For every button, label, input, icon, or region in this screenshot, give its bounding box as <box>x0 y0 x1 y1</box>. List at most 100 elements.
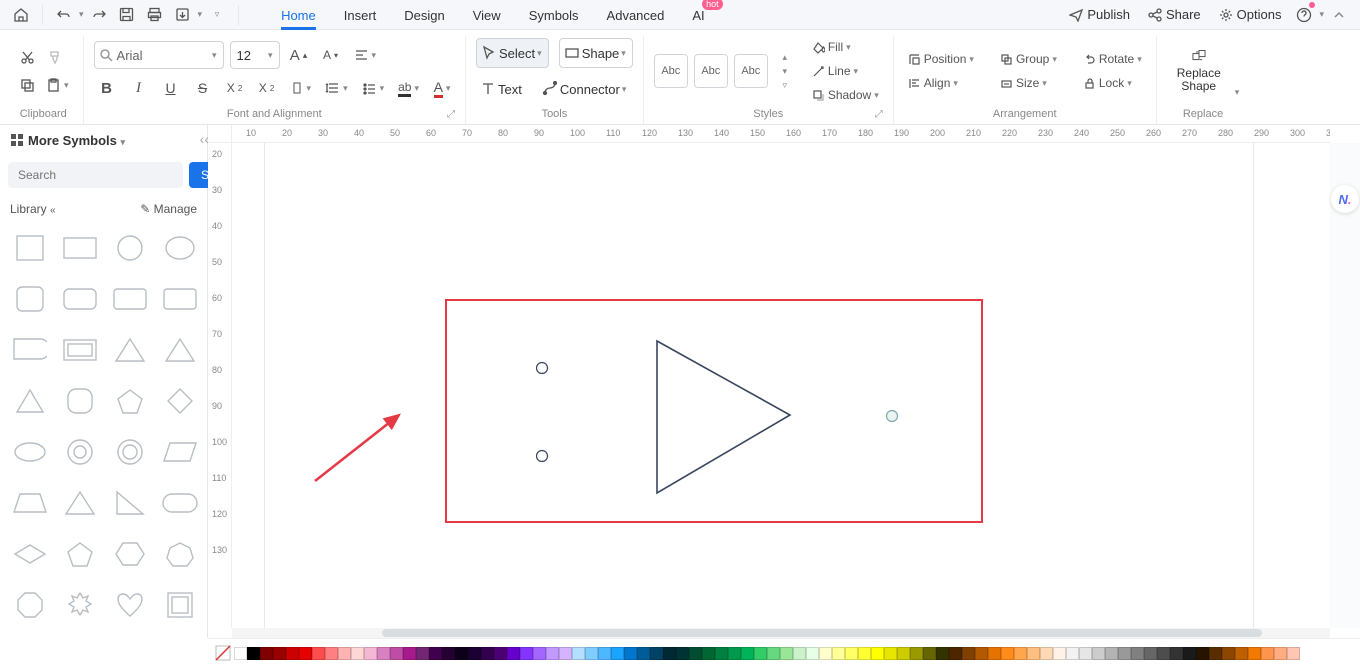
shape-octagon[interactable] <box>10 589 50 621</box>
redo-button[interactable] <box>86 2 112 28</box>
line-spacing-button[interactable]: ▾ <box>321 75 352 101</box>
style-preset-1[interactable]: Abc <box>654 54 688 88</box>
color-swatch[interactable] <box>1118 647 1131 660</box>
color-swatch[interactable] <box>637 647 650 660</box>
shape-triangle2[interactable] <box>10 385 50 417</box>
highlight-color-button[interactable]: ab▾ <box>394 75 423 101</box>
color-swatch[interactable] <box>1274 647 1287 660</box>
color-swatch[interactable] <box>754 647 767 660</box>
menu-tab-home[interactable]: Home <box>267 2 330 27</box>
qat-customize[interactable]: ▿ <box>204 2 230 28</box>
color-swatch[interactable] <box>273 647 286 660</box>
shape-triangle-right[interactable] <box>160 334 200 366</box>
menu-tab-symbols[interactable]: Symbols <box>515 2 593 27</box>
shape-triangle-iso[interactable] <box>110 334 150 366</box>
shape-rectangle[interactable] <box>60 232 100 264</box>
color-swatch[interactable] <box>1014 647 1027 660</box>
color-swatch[interactable] <box>767 647 780 660</box>
color-swatch[interactable] <box>975 647 988 660</box>
color-swatch[interactable] <box>650 647 663 660</box>
color-swatch[interactable] <box>247 647 260 660</box>
format-painter-button[interactable] <box>42 44 68 70</box>
menu-tab-insert[interactable]: Insert <box>330 2 391 27</box>
shape-stadium[interactable] <box>160 487 200 519</box>
undo-dropdown[interactable]: ▾ <box>79 9 84 20</box>
text-highlight-button[interactable]: ▾ <box>286 75 316 101</box>
strikethrough-button[interactable]: S <box>190 75 216 101</box>
fill-button[interactable]: Fill▾ <box>808 36 883 58</box>
color-swatch[interactable] <box>1144 647 1157 660</box>
shape-pentagon[interactable] <box>110 385 150 417</box>
shape-halfround[interactable] <box>10 334 50 366</box>
shape-diamond[interactable] <box>160 385 200 417</box>
text-tool[interactable]: Text <box>476 74 528 104</box>
shape-right-triangle[interactable] <box>110 487 150 519</box>
undo-button[interactable] <box>51 2 77 28</box>
shape-octagon-rounded[interactable] <box>60 385 100 417</box>
ai-assist-button[interactable]: N. <box>1331 185 1359 213</box>
styles-scroll-up[interactable]: ▴ <box>778 51 792 63</box>
color-swatch[interactable] <box>1170 647 1183 660</box>
shape-ellipse[interactable] <box>10 436 50 468</box>
color-swatch[interactable] <box>260 647 273 660</box>
select-tool[interactable]: Select▾ <box>476 38 549 68</box>
replace-shape-button[interactable]: ReplaceShape <box>1167 43 1231 99</box>
color-swatch[interactable] <box>1053 647 1066 660</box>
color-swatch[interactable] <box>1092 647 1105 660</box>
canvas[interactable] <box>232 143 1330 628</box>
menu-tab-ai[interactable]: AIhot <box>678 2 718 27</box>
font-family-select[interactable]: Arial ▾ <box>94 41 224 69</box>
style-preset-3[interactable]: Abc <box>734 54 768 88</box>
color-swatch[interactable] <box>689 647 702 660</box>
color-swatch[interactable] <box>481 647 494 660</box>
connector-tool[interactable]: Connector▾ <box>538 74 633 104</box>
color-swatch[interactable] <box>793 647 806 660</box>
shape-donut2[interactable] <box>110 436 150 468</box>
color-swatch[interactable] <box>429 647 442 660</box>
color-swatch[interactable] <box>1222 647 1235 660</box>
color-swatch[interactable] <box>702 647 715 660</box>
color-swatch[interactable] <box>897 647 910 660</box>
color-swatch[interactable] <box>936 647 949 660</box>
color-swatch[interactable] <box>1183 647 1196 660</box>
more-symbols-header[interactable]: More Symbols ▾ <box>0 125 207 156</box>
shape-tool[interactable]: Shape▾ <box>559 38 633 68</box>
color-swatch[interactable] <box>468 647 481 660</box>
color-swatch[interactable] <box>299 647 312 660</box>
font-size-select[interactable]: 12▾ <box>230 41 280 69</box>
color-swatch[interactable] <box>598 647 611 660</box>
color-swatch[interactable] <box>403 647 416 660</box>
minimize-ribbon[interactable] <box>1326 2 1352 28</box>
color-swatch[interactable] <box>611 647 624 660</box>
color-swatch[interactable] <box>585 647 598 660</box>
shape-square-frame[interactable] <box>160 589 200 621</box>
styles-group-expand[interactable]: ⤢ <box>875 109 883 120</box>
shape-heart[interactable] <box>110 589 150 621</box>
color-swatch[interactable] <box>338 647 351 660</box>
position-button[interactable]: Position▾ <box>904 48 978 70</box>
connection-handle-bottom-left[interactable] <box>535 449 549 463</box>
shape-parallelogram[interactable] <box>160 436 200 468</box>
shape-donut[interactable] <box>60 436 100 468</box>
color-swatch[interactable] <box>520 647 533 660</box>
shape-frame[interactable] <box>60 334 100 366</box>
bold-button[interactable]: B <box>94 75 120 101</box>
color-swatch[interactable] <box>442 647 455 660</box>
color-swatch[interactable] <box>351 647 364 660</box>
color-swatch[interactable] <box>819 647 832 660</box>
size-button[interactable]: Size▾ <box>996 72 1061 94</box>
lock-button[interactable]: Lock▾ <box>1079 72 1146 94</box>
shape-square[interactable] <box>10 232 50 264</box>
group-button[interactable]: Group▾ <box>996 48 1061 70</box>
color-swatch[interactable] <box>1105 647 1118 660</box>
increase-font-button[interactable]: A▴ <box>286 42 312 68</box>
color-swatch[interactable] <box>845 647 858 660</box>
color-swatch[interactable] <box>910 647 923 660</box>
color-swatch[interactable] <box>962 647 975 660</box>
color-swatch[interactable] <box>1248 647 1261 660</box>
canvas-shape-triangle[interactable] <box>655 339 795 499</box>
paste-button[interactable]: ▾ <box>42 72 73 98</box>
print-button[interactable] <box>142 2 168 28</box>
color-swatch[interactable] <box>494 647 507 660</box>
color-swatch[interactable] <box>1261 647 1274 660</box>
